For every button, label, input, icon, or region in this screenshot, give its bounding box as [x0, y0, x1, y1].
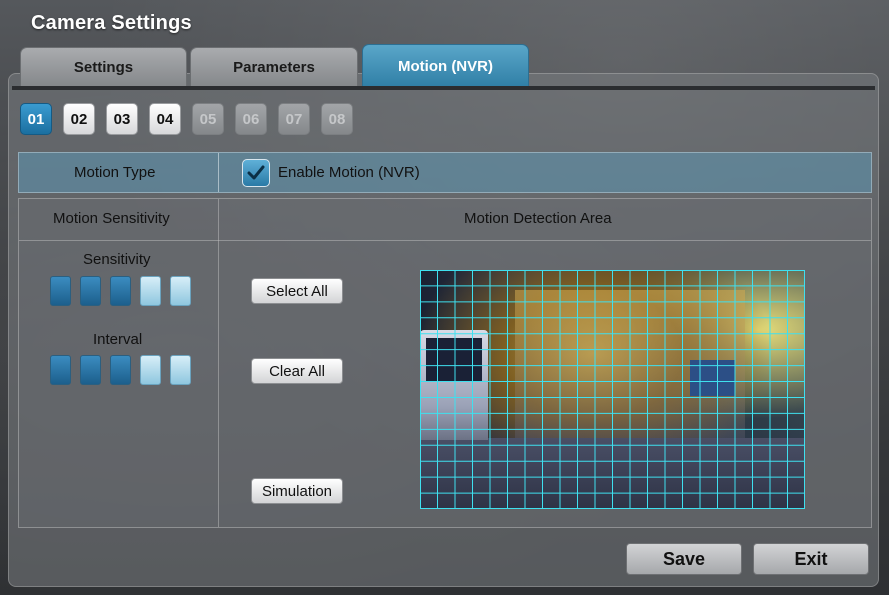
sensitivity-segment-3[interactable]	[110, 276, 131, 306]
channel-button-04[interactable]: 04	[149, 103, 181, 135]
sensitivity-segment-2[interactable]	[80, 276, 101, 306]
tab-bar-divider	[12, 86, 875, 90]
channel-button-06: 06	[235, 103, 267, 135]
sensitivity-segment-5[interactable]	[170, 276, 191, 306]
tab-motion-nvr[interactable]: Motion (NVR)	[362, 44, 529, 88]
channel-button-01[interactable]: 01	[20, 103, 52, 135]
exit-button[interactable]: Exit	[753, 543, 869, 575]
motion-type-label: Motion Type	[74, 164, 156, 181]
tab-settings[interactable]: Settings	[20, 47, 187, 87]
channel-button-05: 05	[192, 103, 224, 135]
save-button[interactable]: Save	[626, 543, 742, 575]
select-all-button[interactable]: Select All	[251, 278, 343, 304]
sensitivity-segment-1[interactable]	[50, 276, 71, 306]
enable-motion-checkbox[interactable]	[242, 159, 270, 187]
channel-button-02[interactable]: 02	[63, 103, 95, 135]
detection-grid-overlay	[420, 270, 805, 509]
clear-all-button[interactable]: Clear All	[251, 358, 343, 384]
section-divider-vertical	[218, 199, 219, 527]
motion-detection-area-header: Motion Detection Area	[464, 210, 612, 227]
simulation-button[interactable]: Simulation	[251, 478, 343, 504]
sensitivity-label: Sensitivity	[83, 251, 151, 268]
channel-button-07: 07	[278, 103, 310, 135]
checkmark-icon	[247, 165, 265, 180]
motion-detection-grid[interactable]	[420, 270, 805, 509]
interval-label: Interval	[93, 331, 143, 348]
tab-parameters[interactable]: Parameters	[190, 47, 358, 87]
interval-segment-1[interactable]	[50, 355, 71, 385]
interval-segment-3[interactable]	[110, 355, 131, 385]
channel-button-08: 08	[321, 103, 353, 135]
channel-button-03[interactable]: 03	[106, 103, 138, 135]
motion-sensitivity-header: Motion Sensitivity	[53, 210, 170, 227]
section-divider-horizontal	[19, 240, 871, 241]
interval-segment-4[interactable]	[140, 355, 161, 385]
window-title: Camera Settings	[31, 12, 192, 34]
interval-segment-2[interactable]	[80, 355, 101, 385]
sensitivity-segment-4[interactable]	[140, 276, 161, 306]
enable-motion-label: Enable Motion (NVR)	[278, 164, 420, 181]
interval-segment-5[interactable]	[170, 355, 191, 385]
motion-type-divider	[218, 153, 219, 192]
